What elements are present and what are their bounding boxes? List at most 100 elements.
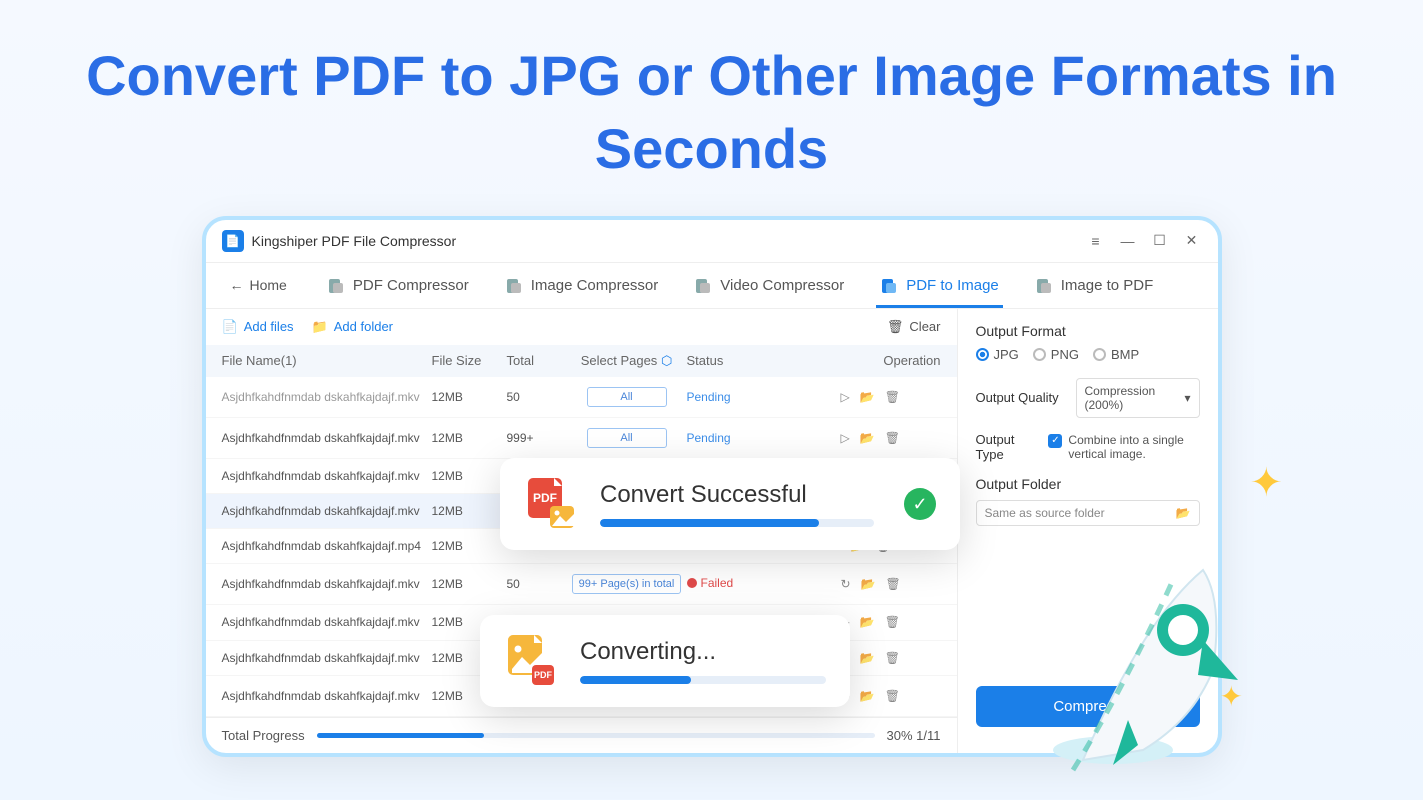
- tab-icon: [880, 277, 898, 295]
- convert-success-toast: PDF Convert Successful ✓: [500, 458, 960, 550]
- file-name: Asjdhfkahdfnmdab dskahfkajdajf.mkv: [222, 504, 432, 518]
- folder-open-icon[interactable]: 📂: [861, 577, 876, 591]
- format-radio-png[interactable]: PNG: [1033, 347, 1079, 362]
- file-add-icon: 📄: [222, 319, 238, 335]
- converting-toast: PDF Converting...: [480, 615, 850, 707]
- table-header: File Name(1) File Size Total Select Page…: [206, 345, 957, 377]
- combine-checkbox[interactable]: ✓ Combine into a single vertical image.: [1048, 433, 1199, 461]
- file-name: Asjdhfkahdfnmdab dskahfkajdajf.mkv: [222, 469, 432, 483]
- file-size: 12MB: [432, 539, 507, 553]
- file-total: 50: [507, 577, 567, 591]
- toolbar: 📄 Add files 📁 Add folder 🗑 Clear: [206, 309, 957, 345]
- home-button[interactable]: ← Home: [222, 263, 295, 307]
- hero-title: Convert PDF to JPG or Other Image Format…: [0, 0, 1423, 216]
- tab-image-to-pdf[interactable]: Image to PDF: [1031, 263, 1158, 308]
- page-select[interactable]: 99+ Page(s) in total: [567, 574, 687, 594]
- file-size: 12MB: [432, 469, 507, 483]
- compress-button[interactable]: Compress: [976, 686, 1200, 727]
- folder-open-icon[interactable]: 📂: [860, 689, 875, 703]
- format-radios: JPG PNG BMP: [976, 347, 1200, 362]
- table-row[interactable]: Asjdhfkahdfnmdab dskahfkajdajf.mkv12MB99…: [206, 418, 957, 459]
- output-panel: Output Format JPG PNG BMP Output Quality C…: [958, 309, 1218, 753]
- tab-icon: [327, 277, 345, 295]
- format-radio-jpg[interactable]: JPG: [976, 347, 1019, 362]
- delete-icon[interactable]: 🗑: [885, 390, 900, 404]
- sparkle-icon: ✦: [1249, 460, 1283, 506]
- file-name: Asjdhfkahdfnmdab dskahfkajdajf.mkv: [222, 689, 432, 703]
- col-size: File Size: [432, 353, 507, 369]
- col-total: Total: [507, 353, 567, 369]
- retry-icon[interactable]: ↻: [841, 577, 851, 591]
- folder-open-icon[interactable]: 📂: [860, 431, 875, 445]
- output-folder-label: Output Folder: [976, 476, 1200, 492]
- tab-icon: [505, 277, 523, 295]
- clear-button[interactable]: 🗑 Clear: [887, 319, 941, 335]
- file-status: Failed: [687, 576, 807, 591]
- tab-icon: [694, 277, 712, 295]
- file-size: 12MB: [432, 504, 507, 518]
- toast-progress: [600, 519, 874, 527]
- titlebar: 📄 Kingshiper PDF File Compressor ≡ — ☐ ✕: [206, 220, 1218, 263]
- tab-video-compressor[interactable]: Video Compressor: [690, 263, 848, 308]
- file-name: Asjdhfkahdfnmdab dskahfkajdajf.mkv: [222, 390, 432, 404]
- home-label: Home: [250, 277, 287, 293]
- play-icon[interactable]: ▷: [841, 390, 850, 404]
- progress-fill: [317, 733, 484, 738]
- radio-icon: [976, 348, 989, 361]
- folder-open-icon[interactable]: 📂: [860, 390, 875, 404]
- toast-success-title: Convert Successful: [600, 481, 874, 509]
- folder-open-icon[interactable]: 📂: [860, 651, 875, 665]
- pdf-to-image-icon: PDF: [524, 476, 580, 532]
- folder-input[interactable]: Same as source folder 📂: [976, 500, 1200, 526]
- tabbar: ← Home PDF Compressor Image Compressor Vid…: [206, 263, 1218, 309]
- menu-icon[interactable]: ≡: [1086, 231, 1106, 251]
- file-name: Asjdhfkahdfnmdab dskahfkajdajf.mkv: [222, 431, 432, 445]
- toast-progress: [580, 676, 826, 684]
- delete-icon[interactable]: 🗑: [885, 431, 900, 445]
- delete-icon[interactable]: 🗑: [885, 615, 900, 629]
- tab-image-compressor[interactable]: Image Compressor: [501, 263, 663, 308]
- folder-add-icon: 📁: [312, 319, 328, 335]
- progress-text: 30% 1/11: [887, 728, 941, 743]
- total-progress: Total Progress 30% 1/11: [206, 717, 957, 753]
- file-name: Asjdhfkahdfnmdab dskahfkajdajf.mkv: [222, 577, 432, 591]
- file-name: Asjdhfkahdfnmdab dskahfkajdajf.mkv: [222, 651, 432, 665]
- trash-icon: 🗑: [887, 319, 904, 335]
- output-format-label: Output Format: [976, 323, 1200, 339]
- add-files-button[interactable]: 📄 Add files: [222, 319, 294, 335]
- sparkle-icon: ✦: [1220, 680, 1243, 713]
- delete-icon[interactable]: 🗑: [886, 577, 901, 591]
- col-name: File Name(1): [222, 353, 432, 369]
- file-size: 12MB: [432, 431, 507, 445]
- page-select[interactable]: All: [567, 428, 687, 448]
- folder-browse-icon[interactable]: 📂: [1176, 506, 1191, 520]
- folder-open-icon[interactable]: 📂: [860, 615, 875, 629]
- close-button[interactable]: ✕: [1182, 231, 1202, 251]
- page-select[interactable]: All: [567, 387, 687, 407]
- file-total: 999+: [507, 431, 567, 445]
- file-status: Pending: [687, 390, 807, 404]
- table-row[interactable]: Asjdhfkahdfnmdab dskahfkajdajf.mkv12MB50…: [206, 377, 957, 418]
- file-size: 12MB: [432, 577, 507, 591]
- delete-icon[interactable]: 🗑: [885, 689, 900, 703]
- tab-pdf-to-image[interactable]: PDF to Image: [876, 263, 1003, 308]
- quality-select[interactable]: Compression (200%) ▾: [1076, 378, 1200, 418]
- app-title: Kingshiper PDF File Compressor: [252, 233, 1074, 249]
- tab-icon: [1035, 277, 1053, 295]
- play-icon[interactable]: ▷: [841, 431, 850, 445]
- radio-icon: [1033, 348, 1046, 361]
- minimize-button[interactable]: —: [1118, 231, 1138, 251]
- tab-pdf-compressor[interactable]: PDF Compressor: [323, 263, 473, 308]
- format-radio-bmp[interactable]: BMP: [1093, 347, 1139, 362]
- file-size: 12MB: [432, 390, 507, 404]
- svg-text:PDF: PDF: [533, 491, 557, 505]
- radio-icon: [1093, 348, 1106, 361]
- col-status: Status: [687, 353, 807, 369]
- add-folder-button[interactable]: 📁 Add folder: [312, 319, 393, 335]
- success-check-icon: ✓: [904, 488, 936, 520]
- col-pages: Select Pages ⬡: [567, 353, 687, 369]
- maximize-button[interactable]: ☐: [1150, 231, 1170, 251]
- delete-icon[interactable]: 🗑: [885, 651, 900, 665]
- table-row[interactable]: Asjdhfkahdfnmdab dskahfkajdajf.mkv12MB50…: [206, 564, 957, 605]
- output-quality-label: Output Quality: [976, 390, 1066, 405]
